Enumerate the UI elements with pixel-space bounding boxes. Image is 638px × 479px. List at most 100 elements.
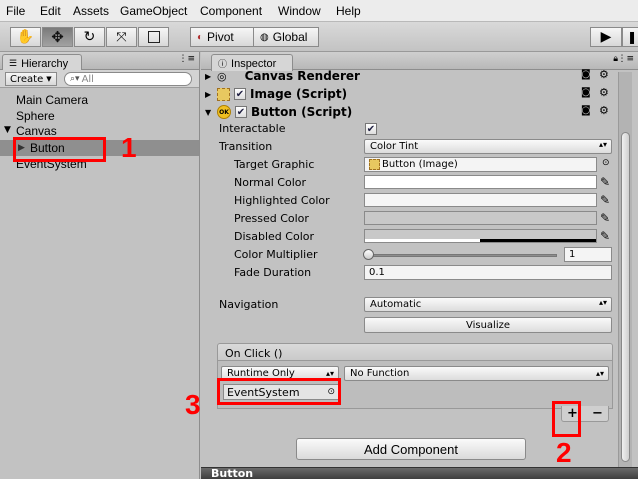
menu-file[interactable]: File: [6, 4, 25, 18]
transition-dropdown[interactable]: Color Tint ▴▾: [364, 139, 612, 154]
image-script-header[interactable]: ▶ ✔ Image (Script): [205, 85, 615, 103]
transition-label: Transition: [219, 140, 273, 153]
gear-icon[interactable]: ⚙: [599, 104, 609, 117]
image-enabled-checkbox[interactable]: ✔: [234, 88, 246, 100]
chevron-updown-icon: ▴▾: [595, 369, 604, 378]
hierarchy-item-canvas[interactable]: Canvas: [16, 124, 57, 138]
play-icon: ▶: [600, 29, 612, 45]
hierarchy-search[interactable]: ⌕▾ All: [64, 72, 192, 86]
list-icon: ☰: [9, 58, 18, 68]
expand-arrow-icon[interactable]: ▼: [4, 125, 11, 135]
move-tool-button[interactable]: ✥: [42, 27, 73, 47]
menu-edit[interactable]: Edit: [40, 4, 61, 18]
rotate-icon: ↻: [83, 29, 96, 45]
pressed-color-label: Pressed Color: [234, 212, 309, 225]
remove-event-button[interactable]: −: [592, 406, 603, 421]
gear-icon[interactable]: ⚙: [599, 86, 609, 99]
button-ok-icon: OK: [217, 105, 231, 119]
help-icon[interactable]: ◙: [581, 105, 591, 116]
visualize-button[interactable]: Visualize: [364, 317, 612, 333]
menu-component[interactable]: Component: [200, 4, 262, 18]
hierarchy-item-main-camera[interactable]: Main Camera: [16, 93, 88, 107]
search-icon: ⌕▾: [70, 74, 80, 84]
chevron-updown-icon: ▴▾: [598, 140, 607, 149]
panel-menu-icon[interactable]: ⋮≡: [178, 54, 195, 64]
highlighted-color-swatch[interactable]: [364, 193, 597, 207]
interactable-label: Interactable: [219, 122, 286, 135]
add-component-label: Add Component: [364, 441, 458, 457]
annotation-number-1: 1: [121, 132, 137, 163]
visualize-label: Visualize: [465, 319, 511, 331]
target-graphic-label: Target Graphic: [234, 158, 315, 171]
help-icon[interactable]: ◙: [581, 87, 591, 98]
hand-icon: ✋: [16, 29, 35, 45]
rotate-tool-button[interactable]: ↻: [74, 27, 105, 47]
pause-icon: ❚: [626, 30, 638, 44]
navigation-dropdown[interactable]: Automatic ▴▾: [364, 297, 612, 312]
annotation-box-2: [552, 401, 581, 437]
color-multiplier-slider-handle[interactable]: [363, 249, 374, 260]
function-value: No Function: [350, 368, 410, 379]
target-graphic-field[interactable]: Button (Image): [364, 157, 597, 172]
chevron-down-icon: ▼: [46, 75, 52, 83]
rect-icon: [147, 31, 160, 43]
eyedropper-icon[interactable]: ✎: [600, 175, 612, 189]
global-label: Global: [272, 30, 308, 44]
button-script-title: Button (Script): [251, 105, 353, 119]
hierarchy-item-sphere[interactable]: Sphere: [16, 109, 55, 123]
fade-duration-field[interactable]: 0.1: [364, 265, 612, 280]
rect-tool-button[interactable]: [138, 27, 169, 47]
button-enabled-checkbox[interactable]: ✔: [235, 106, 247, 118]
hand-tool-button[interactable]: ✋: [10, 27, 41, 47]
pressed-color-swatch[interactable]: [364, 211, 597, 225]
eyedropper-icon[interactable]: ✎: [600, 211, 612, 225]
eyedropper-icon[interactable]: ✎: [600, 193, 612, 207]
hierarchy-tab[interactable]: ☰ Hierarchy: [2, 54, 82, 71]
expand-arrow-icon: ▶: [205, 89, 212, 99]
menu-assets[interactable]: Assets: [73, 4, 109, 18]
pivot-button[interactable]: ◐ Pivot: [190, 27, 254, 47]
target-graphic-value: Button (Image): [382, 159, 458, 170]
menu-gameobject[interactable]: GameObject: [120, 4, 187, 18]
preview-bar[interactable]: Button: [201, 467, 638, 479]
hierarchy-tabbar: ☰ Hierarchy ⋮≡: [0, 52, 199, 71]
normal-color-swatch[interactable]: [364, 175, 597, 189]
menu-window[interactable]: Window: [278, 4, 321, 18]
annotation-box-1: [13, 137, 106, 162]
global-button[interactable]: ◍ Global: [253, 27, 319, 47]
navigation-label: Navigation: [219, 298, 279, 311]
gear-icon[interactable]: ⚙: [599, 68, 609, 81]
play-button[interactable]: ▶: [590, 27, 622, 47]
function-dropdown[interactable]: No Function ▴▾: [344, 366, 609, 381]
onclick-header: On Click (): [217, 343, 613, 361]
button-script-header[interactable]: ▼ OK ✔ Button (Script): [205, 103, 615, 121]
pause-button[interactable]: ❚: [622, 27, 638, 47]
scrollbar-thumb[interactable]: [621, 132, 630, 462]
collapse-arrow-icon: ▼: [205, 107, 212, 117]
image-icon: [369, 159, 380, 170]
expand-arrow-icon: ▶: [205, 71, 212, 81]
object-picker-icon[interactable]: ⊙: [602, 158, 610, 168]
interactable-checkbox[interactable]: ✔: [365, 123, 377, 135]
scale-tool-button[interactable]: ⤧: [106, 27, 137, 47]
color-multiplier-field[interactable]: 1: [564, 247, 612, 262]
add-component-button[interactable]: Add Component: [296, 438, 526, 460]
globe-icon: ◍: [260, 31, 269, 43]
hierarchy-panel: ☰ Hierarchy ⋮≡ Create ▼ ⌕▾ All Main Came…: [0, 52, 200, 479]
menu-help[interactable]: Help: [336, 4, 361, 18]
canvas-renderer-header[interactable]: ▶ ◎ Canvas Renderer: [205, 67, 615, 85]
create-button[interactable]: Create ▼: [5, 72, 57, 86]
scale-icon: ⤧: [116, 29, 127, 45]
help-icon[interactable]: ◙: [581, 69, 591, 80]
disabled-color-swatch[interactable]: [364, 229, 597, 243]
onclick-label: On Click (): [225, 347, 283, 360]
annotation-number-2: 2: [556, 437, 572, 468]
color-multiplier-value: 1: [569, 249, 576, 260]
eyedropper-icon[interactable]: ✎: [600, 229, 612, 243]
highlighted-color-label: Highlighted Color: [234, 194, 330, 207]
panel-menu-icon[interactable]: ⋮≡: [617, 54, 634, 64]
inspector-scrollbar[interactable]: [618, 72, 632, 467]
transition-value: Color Tint: [370, 141, 419, 152]
fade-duration-label: Fade Duration: [234, 266, 312, 279]
fade-duration-value: 0.1: [369, 267, 385, 278]
